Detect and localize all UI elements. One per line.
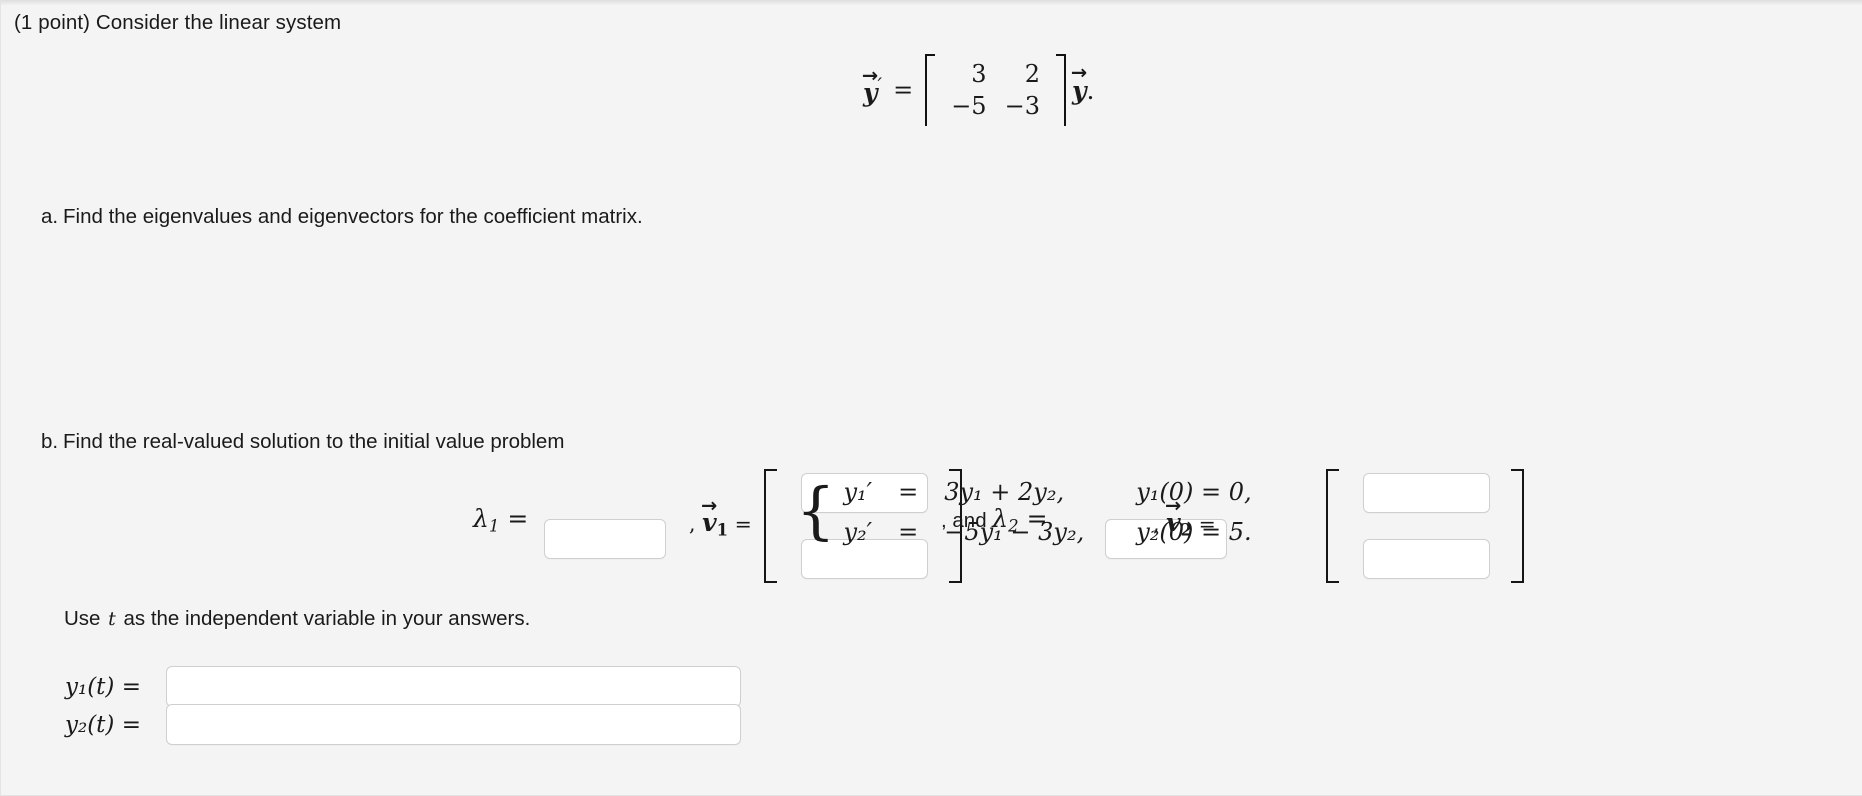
v2-left-bracket (1326, 469, 1340, 583)
system-equals-sign: = (893, 76, 914, 104)
part-b-text: Find the real-valued solution to the ini… (63, 430, 565, 453)
v1-left-bracket (764, 469, 778, 583)
ivp-row2-equals: = (898, 518, 919, 546)
instruction-variable: t (108, 608, 116, 630)
v1-equals: = (734, 512, 752, 536)
matrix-cell-r2c2: −3 (1004, 92, 1040, 120)
ivp-row2-rhs: −5y₁ − 3y₂, (944, 518, 1085, 546)
linear-system-equation: → y′ = 3 2 −5 −3 → y. (862, 54, 1095, 126)
ivp-equations: y₁′ = 3y₁ + 2y₂, y₁(0) = 0, y₂′ = −5y₁ −… (843, 478, 1251, 546)
solution-y2-input[interactable] (166, 704, 741, 745)
system-brace: { (796, 473, 836, 547)
instruction-suffix: as the independent variable in your answ… (117, 607, 531, 630)
solution-y2-label: y₂(t) = (65, 712, 141, 738)
matrix-right-bracket (1055, 54, 1066, 126)
matrix-cell-r2c1: −5 (951, 92, 987, 120)
matrix-cell-r1c1: 3 (971, 60, 987, 88)
part-b-prompt: b. Find the real-valued solution to the i… (41, 430, 564, 454)
ivp-row1-lhs: y₁′ (843, 478, 873, 506)
lambda1-equals: = (507, 504, 529, 533)
ivp-row2-lhs: y₂′ (843, 518, 873, 546)
part-a-letter: a. (41, 205, 59, 228)
initial-value-problem: { y₁′ = 3y₁ + 2y₂, y₁(0) = 0, y₂′ = −5y₁… (796, 478, 1252, 546)
ivp-row1-rhs: 3y₁ + 2y₂, (944, 478, 1065, 506)
part-a-prompt: a. Find the eigenvalues and eigenvectors … (41, 205, 643, 229)
part-a-text: Find the eigenvalues and eigenvectors fo… (63, 205, 643, 228)
v2-right-bracket (1510, 469, 1524, 583)
lambda1-label: λ1 = (473, 504, 529, 536)
solution-y1-label: y₁(t) = (65, 674, 141, 700)
vector-arrow-icon: → (1070, 61, 1088, 85)
page-top-strip (1, 0, 1862, 5)
matrix-left-bracket (925, 54, 936, 126)
system-trailing-period: . (1086, 75, 1095, 105)
v1-subscript: 1 (716, 520, 729, 540)
solution-y1-input[interactable] (166, 666, 741, 707)
ivp-row1-initial-condition: y₁(0) = 0, (1136, 478, 1252, 506)
vector-arrow-icon: → (861, 63, 879, 87)
v2-top-component-input[interactable] (1363, 473, 1490, 513)
problem-page: (1 point) Consider the linear system → y′… (0, 0, 1862, 796)
v1-comma: , (689, 512, 696, 536)
coefficient-matrix: 3 2 −5 −3 (925, 54, 1066, 126)
v1-label: , → v1 = (689, 496, 752, 540)
system-lhs: → y′ (862, 66, 883, 106)
instruction-prefix: Use (64, 607, 107, 630)
page-title: (1 point) Consider the linear system (14, 11, 342, 34)
matrix-cell-r1c2: 2 (1024, 60, 1040, 88)
ivp-row1-equals: = (898, 478, 919, 506)
ivp-row2-initial-condition: y₂(0) = 5. (1136, 518, 1252, 546)
v2-bottom-component-input[interactable] (1363, 539, 1490, 579)
independent-variable-instruction: Use t as the independent variable in you… (64, 607, 530, 631)
vector-arrow-icon: → (700, 493, 718, 517)
lambda1-input[interactable] (544, 519, 666, 559)
eigen-answer-row: λ1 = , → v1 = , and λ2 = , → v2 = (1, 236, 1862, 583)
matrix-body: 3 2 −5 −3 (936, 54, 1055, 126)
system-rhs: → y. (1071, 63, 1095, 105)
lambda1-subscript: 1 (488, 516, 500, 536)
system-lhs-prime: ′ (877, 73, 883, 98)
part-b-letter: b. (41, 430, 59, 453)
